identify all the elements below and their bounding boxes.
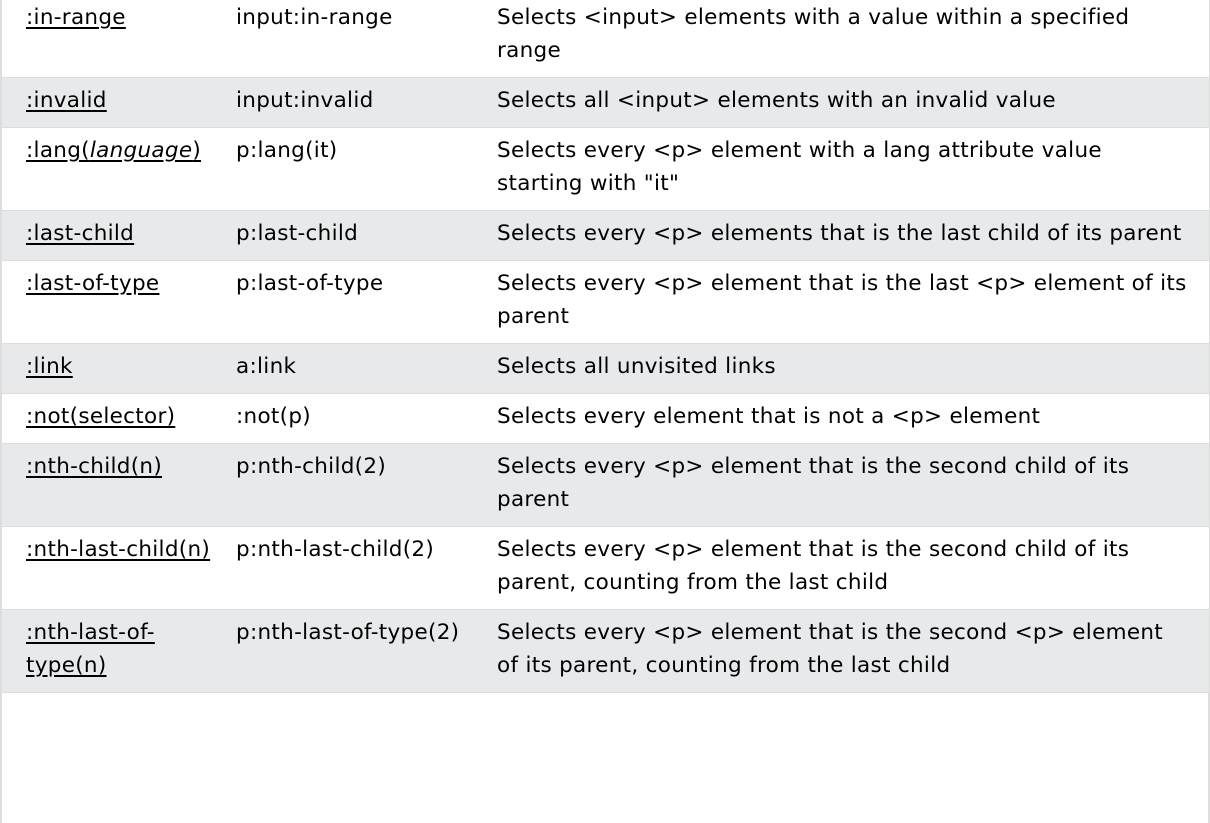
selector-link-last-of-type[interactable]: :last-of-type [26, 271, 159, 296]
description-cell: Selects every <p> element with a lang at… [471, 127, 1209, 211]
table-row: :nth-last-child(n) p:nth-last-child(2) S… [2, 526, 1209, 610]
selector-prefix: :lang( [26, 138, 90, 163]
example-cell: p:nth-last-of-type(2) [230, 609, 471, 693]
example-cell: :not(p) [230, 393, 471, 444]
description-cell: Selects every <p> elements that is the l… [471, 210, 1209, 261]
description-cell: Selects every <p> element that is the se… [471, 609, 1209, 693]
selector-link-in-range[interactable]: :in-range [26, 5, 126, 30]
description-cell: Selects every <p> element that is the la… [471, 260, 1209, 344]
selector-cell: :nth-child(n) [2, 443, 230, 527]
table-row: :in-range input:in-range Selects <input>… [2, 0, 1209, 78]
selector-cell: :last-of-type [2, 260, 230, 344]
description-cell: Selects all unvisited links [471, 343, 1209, 394]
description-cell: Selects every <p> element that is the se… [471, 443, 1209, 527]
description-cell: Selects every <p> element that is the se… [471, 526, 1209, 610]
css-selectors-reference-table: :in-range input:in-range Selects <input>… [2, 0, 1209, 693]
table-row: :not(selector) :not(p) Selects every ele… [2, 393, 1209, 444]
selector-cell: :last-child [2, 210, 230, 261]
selector-link-last-child[interactable]: :last-child [26, 221, 134, 246]
selector-link-nth-last-of-type[interactable]: :nth-last-of-type(n) [26, 620, 155, 678]
selector-link-link[interactable]: :link [26, 354, 73, 379]
example-cell: a:link [230, 343, 471, 394]
selector-cell: :link [2, 343, 230, 394]
selector-suffix: ) [192, 138, 202, 163]
table-row: :nth-last-of-type(n) p:nth-last-of-type(… [2, 609, 1209, 693]
example-cell: p:nth-child(2) [230, 443, 471, 527]
example-cell: input:invalid [230, 77, 471, 128]
selector-link-not[interactable]: :not(selector) [26, 404, 175, 429]
selector-link-invalid[interactable]: :invalid [26, 88, 107, 113]
selector-cell: :invalid [2, 77, 230, 128]
selector-cell: :not(selector) [2, 393, 230, 444]
table-row: :last-of-type p:last-of-type Selects eve… [2, 260, 1209, 344]
example-cell: p:lang(it) [230, 127, 471, 211]
example-cell: p:last-child [230, 210, 471, 261]
selector-italic-arg: language [89, 138, 193, 163]
selector-cell: :in-range [2, 0, 230, 78]
example-cell: input:in-range [230, 0, 471, 78]
example-cell: p:nth-last-child(2) [230, 526, 471, 610]
table-row: :last-child p:last-child Selects every <… [2, 210, 1209, 261]
selector-link-nth-last-child[interactable]: :nth-last-child(n) [26, 537, 210, 562]
selector-link-lang[interactable]: :lang(language) [26, 138, 201, 163]
table-row: :invalid input:invalid Selects all <inpu… [2, 77, 1209, 128]
table-row: :lang(language) p:lang(it) Selects every… [2, 127, 1209, 211]
selector-link-nth-child[interactable]: :nth-child(n) [26, 454, 162, 479]
table-row: :nth-child(n) p:nth-child(2) Selects eve… [2, 443, 1209, 527]
selector-cell: :nth-last-of-type(n) [2, 609, 230, 693]
selector-cell: :lang(language) [2, 127, 230, 211]
description-cell: Selects every element that is not a <p> … [471, 393, 1209, 444]
description-cell: Selects <input> elements with a value wi… [471, 0, 1209, 78]
table-row: :link a:link Selects all unvisited links [2, 343, 1209, 394]
example-cell: p:last-of-type [230, 260, 471, 344]
selector-cell: :nth-last-child(n) [2, 526, 230, 610]
description-cell: Selects all <input> elements with an inv… [471, 77, 1209, 128]
